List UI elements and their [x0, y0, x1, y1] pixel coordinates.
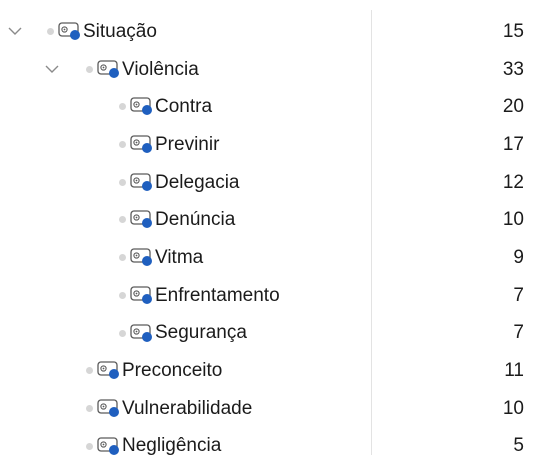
code-node-icon	[130, 247, 154, 267]
tree-row-enfrentamento[interactable]: Enfrentamento 7	[0, 277, 537, 315]
tree-row-label: Enfrentamento	[155, 284, 280, 306]
tree-row-vitma[interactable]: Vitma 9	[0, 239, 537, 277]
tree-row-count: 7	[513, 284, 524, 306]
dot-icon	[119, 329, 126, 337]
tree-row-label: Contra	[155, 96, 213, 118]
code-node-icon	[97, 59, 121, 79]
code-node-icon	[130, 209, 154, 229]
tree-row-count: 20	[502, 96, 524, 118]
dot-icon	[119, 141, 126, 149]
code-node-icon	[97, 398, 121, 418]
tree-row-vulnerabilidade[interactable]: Vulnerabilidade 10	[0, 390, 537, 428]
tree-row-count: 7	[513, 322, 524, 344]
tree-row-count: 33	[502, 58, 524, 80]
code-tree: Situação 15 Violência 33 Contra 20 Previnir 17 D…	[0, 13, 537, 465]
tree-row-label: Violência	[122, 58, 199, 80]
tree-row-label: Segurança	[155, 322, 247, 344]
tree-row-violencia[interactable]: Violência 33	[0, 51, 537, 89]
code-node-icon	[130, 96, 154, 116]
tree-row-negligencia[interactable]: Negligência 5	[0, 428, 537, 465]
code-node-icon	[58, 21, 82, 41]
code-node-icon	[130, 134, 154, 154]
tree-row-count: 9	[513, 246, 524, 268]
dot-icon	[86, 367, 93, 375]
dot-icon	[47, 28, 54, 35]
dot-icon	[119, 291, 126, 299]
dot-icon	[119, 178, 126, 186]
code-node-icon	[130, 323, 154, 343]
tree-row-label: Denúncia	[155, 209, 236, 231]
tree-row-seguranca[interactable]: Segurança 7	[0, 315, 537, 353]
code-node-icon	[97, 360, 121, 380]
chevron-down-icon[interactable]	[44, 62, 60, 78]
tree-row-preconceito[interactable]: Preconceito 11	[0, 352, 537, 390]
tree-row-label: Vitma	[155, 246, 204, 268]
tree-row-contra[interactable]: Contra 20	[0, 88, 537, 126]
dot-icon	[86, 442, 93, 450]
column-divider[interactable]	[371, 10, 372, 455]
tree-row-label: Situação	[83, 20, 157, 42]
code-node-icon	[130, 285, 154, 305]
tree-row-count: 15	[502, 20, 524, 42]
tree-row-label: Previnir	[155, 133, 220, 155]
tree-row-count: 10	[502, 209, 524, 231]
tree-row-label: Negligência	[122, 435, 222, 457]
dot-icon	[119, 254, 126, 262]
tree-row-situacao[interactable]: Situação 15	[0, 13, 537, 51]
tree-row-count: 10	[502, 397, 524, 419]
code-node-icon	[130, 172, 154, 192]
code-node-icon	[97, 436, 121, 456]
tree-row-count: 11	[504, 360, 524, 382]
tree-row-denuncia[interactable]: Denúncia 10	[0, 201, 537, 239]
dot-icon	[119, 103, 126, 111]
tree-row-count: 17	[502, 133, 524, 155]
tree-row-count: 12	[502, 171, 524, 193]
dot-icon	[86, 65, 93, 73]
tree-row-label: Vulnerabilidade	[122, 397, 253, 419]
dot-icon	[86, 404, 93, 412]
dot-icon	[119, 216, 126, 224]
tree-row-count: 5	[513, 435, 524, 457]
chevron-down-icon[interactable]	[7, 24, 23, 40]
tree-row-label: Preconceito	[122, 360, 223, 382]
tree-row-label: Delegacia	[155, 171, 240, 193]
tree-row-previnir[interactable]: Previnir 17	[0, 126, 537, 164]
tree-row-delegacia[interactable]: Delegacia 12	[0, 164, 537, 202]
